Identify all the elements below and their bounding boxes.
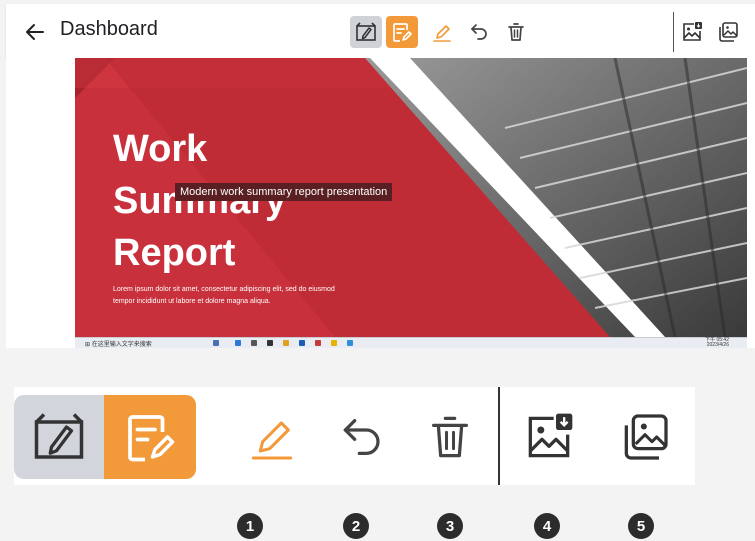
draw-mode-icon [356, 22, 376, 41]
taskbar-search-text: 在这里输入文字来搜索 [91, 342, 152, 348]
toolbar-divider [673, 12, 674, 52]
gallery-button[interactable] [712, 16, 744, 48]
undo-button[interactable] [464, 16, 496, 48]
pen-icon [433, 25, 451, 42]
taskbar-app-icon[interactable] [213, 340, 219, 346]
notes-edit-icon [128, 415, 175, 462]
callout-number-2: 2 [343, 513, 369, 539]
app-stage: Dashboard Work Summary Report Lorem ipsu… [0, 0, 755, 541]
os-taskbar: ⊞ 在这里输入文字来搜索 下午 05:42 2023/4/26 [75, 337, 747, 348]
notes-edit-icon [393, 23, 412, 42]
taskbar-app-icon[interactable] [251, 340, 257, 346]
taskbar-app-icon[interactable] [283, 340, 289, 346]
delete-button[interactable] [500, 16, 532, 48]
slide-title-line-3: Report [113, 232, 236, 274]
taskbar-clock: 下午 05:42 2023/4/26 [705, 338, 729, 348]
gallery-icon [719, 22, 738, 42]
legend-pen-button[interactable] [227, 395, 317, 479]
page-title: Dashboard [60, 18, 158, 40]
taskbar-app-icon[interactable] [235, 340, 241, 346]
trash-icon [432, 416, 468, 458]
export-image-icon [528, 413, 573, 458]
taskbar-app-icon[interactable] [331, 340, 337, 346]
taskbar-date: 2023/4/26 [706, 342, 729, 348]
slide-body-line-1: Lorem ipsum dolor sit amet, consectetur … [113, 286, 335, 293]
callout-number-3: 3 [437, 513, 463, 539]
legend-divider [498, 387, 500, 485]
arrow-left-icon[interactable] [24, 21, 46, 43]
legend-delete-button[interactable] [405, 395, 495, 479]
callout-number-4: 4 [534, 513, 560, 539]
slide-body-line-2: tempor incididunt ut labore et dolore ma… [113, 298, 271, 305]
taskbar-app-icon[interactable] [299, 340, 305, 346]
callout-number-5: 5 [628, 513, 654, 539]
draw-mode-button[interactable] [350, 16, 382, 48]
slide-title-line-1: Work [113, 128, 208, 170]
legend-notes-edit-button[interactable] [104, 395, 196, 479]
pen-icon [251, 421, 293, 460]
undo-icon [343, 419, 380, 455]
legend-undo-button[interactable] [319, 395, 409, 479]
top-toolbar: Dashboard [6, 4, 755, 58]
canvas-area: Work Summary Report Lorem ipsum dolor si… [6, 58, 755, 348]
undo-icon [471, 24, 487, 40]
legend-gallery-button[interactable] [600, 395, 690, 479]
toolbar-legend [14, 387, 695, 485]
pen-button[interactable] [426, 16, 458, 48]
taskbar-app-icon[interactable] [315, 340, 321, 346]
gallery-icon [624, 414, 668, 460]
taskbar-app-icon[interactable] [267, 340, 273, 346]
slide-body-text: Lorem ipsum dolor sit amet, consectetur … [113, 284, 383, 308]
legend-export-image-button[interactable] [504, 395, 594, 479]
notes-edit-button[interactable] [386, 16, 418, 48]
export-image-icon [683, 22, 702, 41]
legend-draw-mode-button[interactable] [14, 395, 104, 479]
draw-mode-icon [34, 413, 84, 459]
trash-icon [508, 23, 524, 41]
slide-tooltip: Modern work summary report presentation [175, 183, 393, 201]
taskbar-app-icon[interactable] [347, 340, 353, 346]
callout-number-1: 1 [237, 513, 263, 539]
taskbar-search[interactable]: ⊞ 在这里输入文字来搜索 [85, 339, 152, 348]
export-image-button[interactable] [676, 16, 708, 48]
